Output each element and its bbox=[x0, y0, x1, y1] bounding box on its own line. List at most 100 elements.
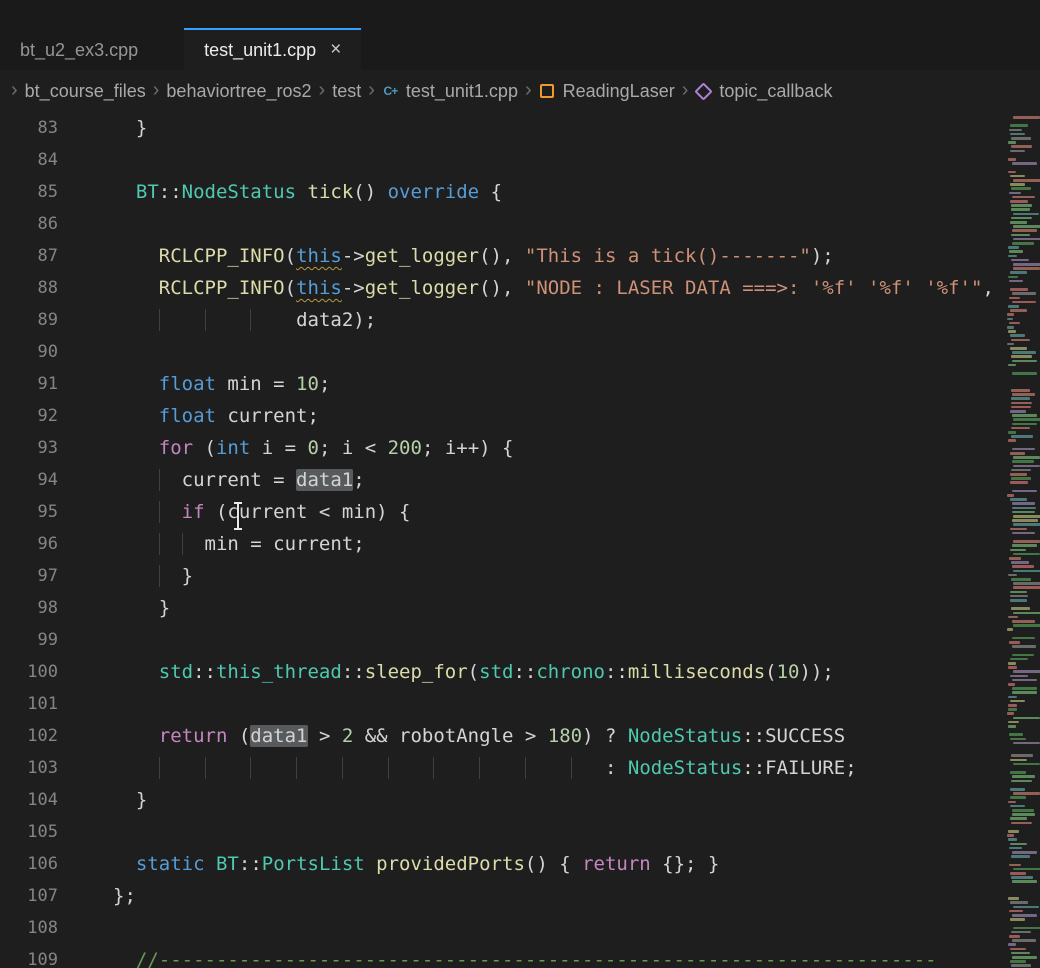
code-line[interactable]: 109 //----------------------------------… bbox=[0, 944, 1040, 968]
minimap-line bbox=[1010, 150, 1025, 153]
code-token bbox=[250, 757, 296, 779]
code-line[interactable]: 105 bbox=[0, 816, 1040, 848]
code-line[interactable]: 97 } bbox=[0, 560, 1040, 592]
minimap-line bbox=[1009, 847, 1022, 850]
minimap-line bbox=[1013, 742, 1040, 745]
breadcrumb-label: behaviortree_ros2 bbox=[166, 81, 311, 102]
breadcrumb-item-test_unit1.cpp[interactable]: test_unit1.cpp bbox=[382, 81, 518, 102]
breadcrumb-item-test[interactable]: test bbox=[332, 81, 361, 102]
close-icon[interactable]: × bbox=[330, 39, 341, 61]
minimap-line bbox=[1008, 662, 1016, 665]
mouse-ibeam-cursor bbox=[237, 504, 239, 528]
line-number: 95 bbox=[0, 496, 62, 528]
line-number: 93 bbox=[0, 432, 62, 464]
line-number: 92 bbox=[0, 400, 62, 432]
minimap-line bbox=[1012, 490, 1037, 493]
code-token: //--------------------------------------… bbox=[136, 949, 937, 968]
code-token: int bbox=[216, 437, 250, 459]
minimap-line bbox=[1010, 124, 1028, 127]
minimap-line bbox=[1012, 372, 1037, 375]
breadcrumb-item-topic_callback[interactable]: topic_callback bbox=[695, 81, 832, 102]
breadcrumb-label: ReadingLaser bbox=[563, 81, 675, 102]
minimap-line bbox=[1008, 574, 1017, 577]
minimap-line bbox=[1012, 532, 1035, 535]
minimap-line bbox=[1011, 876, 1033, 879]
code-text: for (int i = 0; i < 200; i++) { bbox=[62, 432, 1040, 464]
code-text: RCLCPP_INFO(this->get_logger(), "This is… bbox=[62, 240, 1040, 272]
code-line[interactable]: 88 RCLCPP_INFO(this->get_logger(), "NODE… bbox=[0, 272, 1040, 304]
titlebar bbox=[0, 0, 1040, 28]
breadcrumb-label: topic_callback bbox=[719, 81, 832, 102]
code-token bbox=[571, 757, 605, 779]
code-line[interactable]: 99 bbox=[0, 624, 1040, 656]
code-line[interactable]: 85 BT::NodeStatus tick() override { bbox=[0, 176, 1040, 208]
minimap-line bbox=[1009, 192, 1021, 195]
code-line[interactable]: 84 bbox=[0, 144, 1040, 176]
code-line[interactable]: 101 bbox=[0, 688, 1040, 720]
minimap-line bbox=[1011, 217, 1032, 220]
breadcrumb-item-bt_course_files[interactable]: bt_course_files bbox=[25, 81, 146, 102]
cpp-file-icon bbox=[382, 83, 399, 100]
code-line[interactable]: 95 if (current < min) { bbox=[0, 496, 1040, 528]
code-token: milliseconds bbox=[628, 661, 765, 683]
minimap-line bbox=[1008, 666, 1017, 669]
tab-bar: bt_u2_ex3.cpp test_unit1.cpp × bbox=[0, 28, 1040, 70]
minimap-line bbox=[1013, 927, 1040, 930]
minimap-line bbox=[1011, 822, 1032, 825]
minimap-line bbox=[1013, 553, 1040, 556]
breadcrumb-item-behaviortree_ros2[interactable]: behaviortree_ros2 bbox=[166, 81, 311, 102]
code-token: PortsList bbox=[262, 853, 365, 875]
code-line[interactable]: 103 : NodeStatus::FAILURE; bbox=[0, 752, 1040, 784]
code-line[interactable]: 87 RCLCPP_INFO(this->get_logger(), "This… bbox=[0, 240, 1040, 272]
code-line[interactable]: 83 } bbox=[0, 112, 1040, 144]
minimap-line bbox=[1011, 427, 1030, 430]
breadcrumb-label: test_unit1.cpp bbox=[406, 81, 518, 102]
minimap-line bbox=[1011, 355, 1032, 358]
minimap-line bbox=[1012, 460, 1034, 463]
code-token: :: bbox=[513, 661, 536, 683]
code-token: > bbox=[308, 725, 342, 747]
code-line[interactable]: 93 for (int i = 0; i < 200; i++) { bbox=[0, 432, 1040, 464]
code-line[interactable]: 108 bbox=[0, 912, 1040, 944]
code-line[interactable]: 102 return (data1 > 2 && robotAngle > 18… bbox=[0, 720, 1040, 752]
code-token: min = bbox=[216, 373, 296, 395]
code-line[interactable]: 96 min = current; bbox=[0, 528, 1040, 560]
code-line[interactable]: 104 } bbox=[0, 784, 1040, 816]
code-token: return bbox=[582, 853, 651, 875]
code-token bbox=[205, 309, 251, 331]
minimap-line bbox=[1009, 297, 1020, 300]
tab-bt_u2_ex3.cpp[interactable]: bt_u2_ex3.cpp bbox=[0, 28, 158, 70]
code-line[interactable]: 92 float current; bbox=[0, 400, 1040, 432]
code-line[interactable]: 106 static BT::PortsList providedPorts()… bbox=[0, 848, 1040, 880]
code-text: float min = 10; bbox=[62, 368, 1040, 400]
minimap-line bbox=[1012, 414, 1037, 417]
code-line[interactable]: 107}; bbox=[0, 880, 1040, 912]
editor[interactable]: 83 }8485 BT::NodeStatus tick() override … bbox=[0, 112, 1040, 968]
minimap-line bbox=[1011, 145, 1032, 148]
minimap-line bbox=[1012, 393, 1035, 396]
code-line[interactable]: 94 current = data1; bbox=[0, 464, 1040, 496]
line-number: 109 bbox=[0, 944, 62, 968]
code-line[interactable]: 90 bbox=[0, 336, 1040, 368]
minimap-line bbox=[1013, 515, 1040, 518]
code-area[interactable]: 83 }8485 BT::NodeStatus tick() override … bbox=[0, 112, 1040, 968]
code-token bbox=[159, 757, 205, 779]
code-line[interactable]: 100 std::this_thread::sleep_for(std::chr… bbox=[0, 656, 1040, 688]
line-number: 91 bbox=[0, 368, 62, 400]
code-line[interactable]: 86 bbox=[0, 208, 1040, 240]
code-token: current; bbox=[216, 405, 319, 427]
tab-label: test_unit1.cpp bbox=[204, 40, 316, 61]
tab-test_unit1.cpp[interactable]: test_unit1.cpp × bbox=[184, 28, 361, 70]
minimap[interactable] bbox=[1006, 112, 1040, 968]
code-token: chrono bbox=[536, 661, 605, 683]
code-line[interactable]: 89 data2); bbox=[0, 304, 1040, 336]
code-line[interactable]: 91 float min = 10; bbox=[0, 368, 1040, 400]
code-token: float bbox=[159, 373, 216, 395]
minimap-line bbox=[1009, 935, 1020, 938]
code-line[interactable]: 98 } bbox=[0, 592, 1040, 624]
minimap-line bbox=[1011, 187, 1031, 190]
breadcrumb-item-ReadingLaser[interactable]: ReadingLaser bbox=[539, 81, 675, 102]
minimap-line bbox=[1013, 213, 1039, 216]
code-token bbox=[113, 597, 159, 619]
minimap-line bbox=[1010, 334, 1025, 337]
